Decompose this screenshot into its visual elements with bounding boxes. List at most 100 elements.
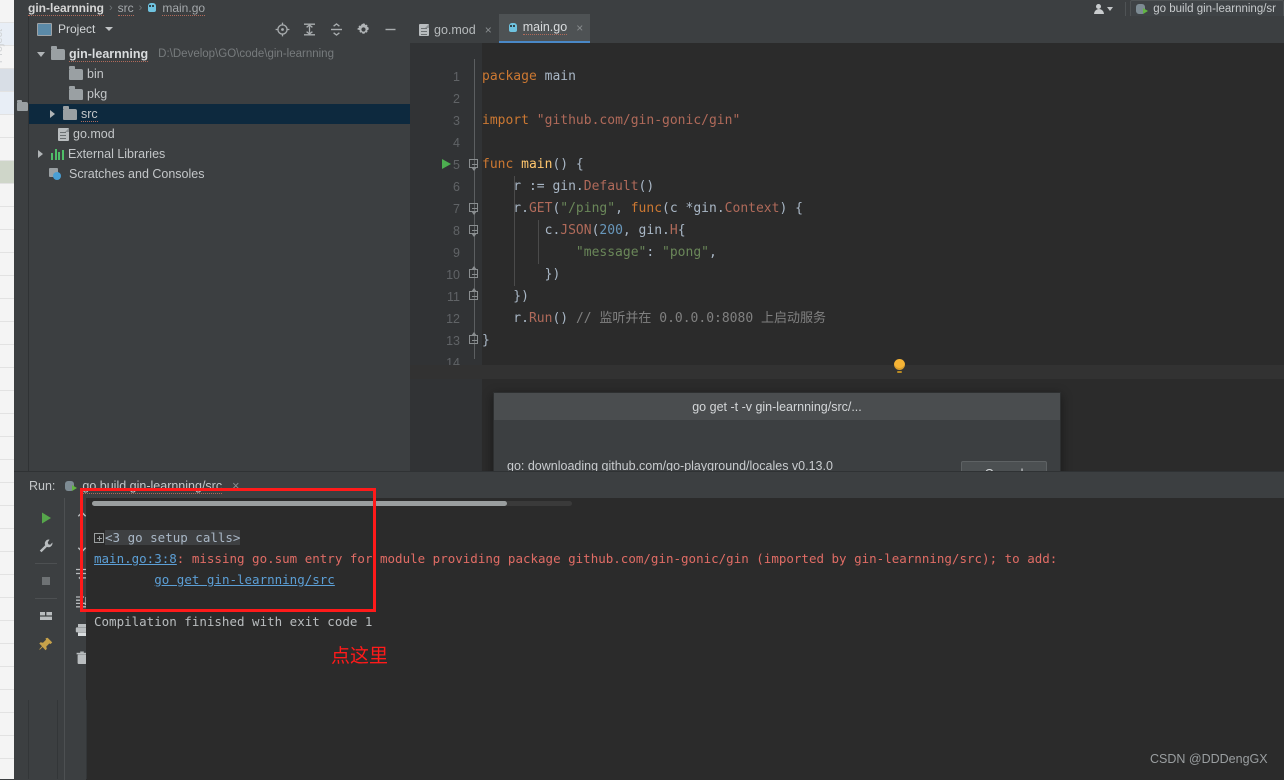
code-token: JSON: [560, 223, 592, 238]
sidebar-tab-structure-label: Structure: [0, 699, 2, 745]
code-token: ,: [615, 201, 631, 216]
background-row: [0, 276, 14, 299]
code-line[interactable]: c.JSON(200, gin.H{: [482, 224, 686, 238]
fold-marker-icon[interactable]: [469, 159, 480, 171]
fold-marker-icon[interactable]: [469, 203, 480, 215]
gear-icon[interactable]: [356, 22, 371, 37]
layout-icon[interactable]: [31, 602, 61, 630]
fold-marker-icon[interactable]: [469, 266, 480, 280]
minimize-icon[interactable]: [383, 22, 398, 37]
tree-item-external-libraries[interactable]: External Libraries: [29, 144, 410, 164]
close-icon[interactable]: ×: [232, 479, 239, 493]
run-console[interactable]: <3 go setup calls> main.go:3:8: missing g…: [86, 498, 1284, 780]
code-token: , gin.: [622, 223, 670, 238]
intention-bulb-icon[interactable]: [894, 359, 905, 373]
chevron-down-icon[interactable]: [35, 48, 47, 60]
code-line[interactable]: import "github.com/gin-gonic/gin": [482, 114, 740, 128]
editor-tab-go-mod[interactable]: go.mod ×: [410, 16, 499, 43]
background-row: [0, 483, 14, 506]
close-icon[interactable]: ×: [485, 23, 492, 37]
background-row: [0, 184, 14, 207]
fold-marker-icon[interactable]: [469, 332, 480, 346]
background-row: [0, 345, 14, 368]
wrench-icon[interactable]: [31, 532, 61, 560]
dialog-title: go get -t -v gin-learnning/src/...: [494, 393, 1060, 420]
code-token: "pong": [662, 245, 709, 260]
locate-icon[interactable]: [275, 22, 290, 37]
fold-marker-icon[interactable]: [469, 225, 480, 237]
tree-item-label: pkg: [87, 87, 108, 101]
editor-gutter[interactable]: 1 2 3 4 5 6 7 8 9 10 11 12 13 14: [410, 43, 468, 471]
code-token: 200: [599, 223, 623, 238]
console-link[interactable]: main.go:3:8: [94, 551, 177, 566]
code-token: :: [646, 245, 663, 260]
background-row: [0, 92, 14, 115]
console-link[interactable]: go get gin-learnning/src: [154, 572, 335, 587]
chevron-right-icon[interactable]: [35, 148, 47, 160]
gutter-line-number: 4: [453, 136, 460, 150]
background-row: [0, 690, 14, 713]
run-gutter-icon[interactable]: [442, 159, 451, 169]
tree-item-go-mod[interactable]: go.mod: [29, 124, 410, 144]
run-tool-window-header: Run: go build gin-learnning/src ×: [29, 476, 239, 496]
sidebar-tab-project[interactable]: Project: [0, 29, 27, 96]
tree-item-scratches-and-consoles[interactable]: Scratches and Consoles: [29, 164, 410, 184]
tree-item-src[interactable]: src: [29, 104, 410, 124]
fold-marker-icon[interactable]: [469, 288, 480, 302]
expand-all-icon[interactable]: [302, 22, 317, 37]
chevron-down-icon[interactable]: [105, 27, 114, 31]
code-token: r := gin.: [482, 179, 584, 194]
run-tab[interactable]: go build gin-learnning/src ×: [65, 479, 239, 494]
tree-item-label: bin: [87, 67, 104, 81]
editor-tab-main-go[interactable]: main.go ×: [498, 14, 591, 43]
code-token: (): [638, 179, 655, 194]
run-tab-label: go build gin-learnning/src: [82, 478, 223, 494]
console-text: <3 go setup calls>: [105, 530, 241, 545]
code-line[interactable]: func main() {: [482, 158, 584, 172]
chevron-right-icon[interactable]: [47, 108, 59, 120]
gutter-line-number: 11: [447, 290, 460, 304]
code-line[interactable]: }: [482, 334, 490, 348]
rerun-icon[interactable]: [31, 504, 61, 532]
pin-icon[interactable]: [31, 630, 61, 658]
go-run-config-icon: [65, 480, 78, 493]
stop-icon[interactable]: [31, 567, 61, 595]
console-horizontal-scrollbar[interactable]: [92, 501, 572, 506]
code-token: r.: [482, 201, 529, 216]
breadcrumb-item-file[interactable]: main.go: [162, 1, 206, 16]
tree-item-label: External Libraries: [68, 147, 166, 161]
breadcrumb-item-project[interactable]: gin-learnning: [28, 1, 104, 16]
divider: [1125, 2, 1127, 16]
watermark: CSDN @DDDengGX: [1150, 752, 1268, 766]
breadcrumb-item-src[interactable]: src: [117, 1, 134, 16]
user-menu-button[interactable]: [1085, 1, 1121, 17]
code-line[interactable]: r := gin.Default(): [482, 180, 654, 194]
library-icon: [51, 148, 64, 160]
collapse-all-icon[interactable]: [329, 22, 344, 37]
code-line[interactable]: package main: [482, 70, 576, 84]
tree-item-label: go.mod: [73, 127, 115, 141]
code-line[interactable]: }): [482, 268, 561, 282]
background-row: [0, 713, 14, 736]
folder-icon[interactable]: [17, 100, 28, 111]
go-run-config-icon: [1136, 3, 1149, 16]
code-line[interactable]: r.Run() // 监听并在 0.0.0.0:8080 上启动服务: [482, 312, 826, 326]
project-panel-title[interactable]: Project: [37, 22, 114, 36]
tree-item-gin-learnning[interactable]: gin-learnning D:\Develop\GO\code\gin-lea…: [29, 44, 410, 64]
run-toolbar-left-column: [29, 498, 64, 780]
close-icon[interactable]: ×: [576, 21, 583, 35]
console-fold-icon[interactable]: [94, 533, 104, 543]
code-line[interactable]: "message": "pong",: [482, 246, 717, 260]
breadcrumb-separator: ›: [138, 2, 143, 14]
background-row: [0, 207, 14, 230]
scratches-icon: [49, 167, 62, 181]
tree-item-bin[interactable]: bin: [29, 64, 410, 84]
code-line[interactable]: r.GET("/ping", func(c *gin.Context) {: [482, 202, 803, 216]
console-line: Compilation finished with exit code 1: [94, 614, 372, 629]
code-token: "message": [575, 245, 647, 260]
code-line[interactable]: }): [482, 290, 529, 304]
background-row: [0, 621, 14, 644]
tree-item-pkg[interactable]: pkg: [29, 84, 410, 104]
code-folding-rail[interactable]: [468, 43, 482, 471]
